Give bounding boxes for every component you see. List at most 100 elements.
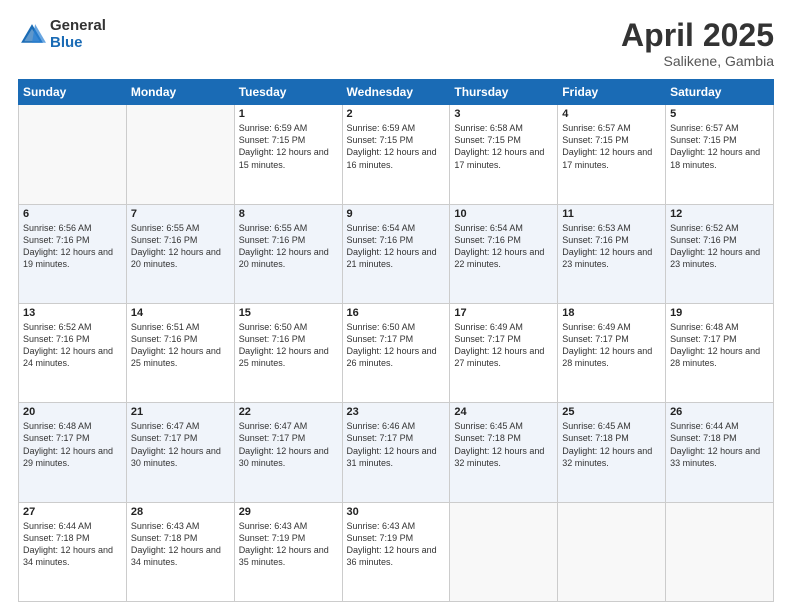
day-info: Sunrise: 6:51 AM Sunset: 7:16 PM Dayligh… <box>131 321 230 370</box>
day-info: Sunrise: 6:47 AM Sunset: 7:17 PM Dayligh… <box>239 420 338 469</box>
table-row: 27 Sunrise: 6:44 AM Sunset: 7:18 PM Dayli… <box>19 502 127 601</box>
page: General Blue April 2025 Salikene, Gambia… <box>0 0 792 612</box>
calendar-header-row: Sunday Monday Tuesday Wednesday Thursday… <box>19 80 774 105</box>
table-row <box>126 105 234 204</box>
day-info: Sunrise: 6:54 AM Sunset: 7:16 PM Dayligh… <box>454 222 553 271</box>
day-number: 8 <box>239 208 338 220</box>
day-info: Sunrise: 6:56 AM Sunset: 7:16 PM Dayligh… <box>23 222 122 271</box>
day-number: 10 <box>454 208 553 220</box>
day-number: 18 <box>562 307 661 319</box>
day-info: Sunrise: 6:43 AM Sunset: 7:19 PM Dayligh… <box>239 520 338 569</box>
month-title: April 2025 <box>621 18 774 53</box>
day-number: 28 <box>131 506 230 518</box>
calendar-table: Sunday Monday Tuesday Wednesday Thursday… <box>18 79 774 602</box>
day-info: Sunrise: 6:57 AM Sunset: 7:15 PM Dayligh… <box>562 122 661 171</box>
location-subtitle: Salikene, Gambia <box>621 53 774 69</box>
day-number: 3 <box>454 108 553 120</box>
day-number: 22 <box>239 406 338 418</box>
logo-icon <box>18 21 46 49</box>
table-row: 19 Sunrise: 6:48 AM Sunset: 7:17 PM Dayli… <box>666 303 774 402</box>
day-number: 2 <box>347 108 446 120</box>
table-row: 8 Sunrise: 6:55 AM Sunset: 7:16 PM Daylig… <box>234 204 342 303</box>
day-number: 1 <box>239 108 338 120</box>
table-row <box>450 502 558 601</box>
table-row: 18 Sunrise: 6:49 AM Sunset: 7:17 PM Dayli… <box>558 303 666 402</box>
day-number: 16 <box>347 307 446 319</box>
day-info: Sunrise: 6:50 AM Sunset: 7:16 PM Dayligh… <box>239 321 338 370</box>
logo-blue: Blue <box>50 35 106 52</box>
table-row: 5Sunrise: 6:57 AM Sunset: 7:15 PM Daylig… <box>666 105 774 204</box>
day-info: Sunrise: 6:45 AM Sunset: 7:18 PM Dayligh… <box>562 420 661 469</box>
day-info: Sunrise: 6:55 AM Sunset: 7:16 PM Dayligh… <box>131 222 230 271</box>
day-number: 13 <box>23 307 122 319</box>
calendar-week-row: 1 Sunrise: 6:59 AM Sunset: 7:15 PM Daylig… <box>19 105 774 204</box>
header-saturday: Saturday <box>666 80 774 105</box>
table-row: 21Sunrise: 6:47 AM Sunset: 7:17 PM Dayli… <box>126 403 234 502</box>
day-info: Sunrise: 6:48 AM Sunset: 7:17 PM Dayligh… <box>670 321 769 370</box>
table-row: 6 Sunrise: 6:56 AM Sunset: 7:16 PM Daylig… <box>19 204 127 303</box>
table-row <box>558 502 666 601</box>
logo: General Blue <box>18 18 106 51</box>
day-number: 29 <box>239 506 338 518</box>
calendar-week-row: 13 Sunrise: 6:52 AM Sunset: 7:16 PM Dayli… <box>19 303 774 402</box>
table-row: 10 Sunrise: 6:54 AM Sunset: 7:16 PM Dayli… <box>450 204 558 303</box>
header-friday: Friday <box>558 80 666 105</box>
day-number: 23 <box>347 406 446 418</box>
table-row: 9 Sunrise: 6:54 AM Sunset: 7:16 PM Daylig… <box>342 204 450 303</box>
logo-text: General Blue <box>50 18 106 51</box>
table-row: 17 Sunrise: 6:49 AM Sunset: 7:17 PM Dayli… <box>450 303 558 402</box>
table-row: 1Sunrise: 6:59 AM Sunset: 7:15 PM Daylig… <box>234 105 342 204</box>
table-row: 29 Sunrise: 6:43 AM Sunset: 7:19 PM Dayli… <box>234 502 342 601</box>
table-row <box>19 105 127 204</box>
day-info: Sunrise: 6:44 AM Sunset: 7:18 PM Dayligh… <box>670 420 769 469</box>
table-row: 11 Sunrise: 6:53 AM Sunset: 7:16 PM Dayli… <box>558 204 666 303</box>
table-row: 25 Sunrise: 6:45 AM Sunset: 7:18 PM Dayli… <box>558 403 666 502</box>
day-info: Sunrise: 6:55 AM Sunset: 7:16 PM Dayligh… <box>239 222 338 271</box>
day-info: Sunrise: 6:44 AM Sunset: 7:18 PM Dayligh… <box>23 520 122 569</box>
day-info: Sunrise: 6:54 AM Sunset: 7:16 PM Dayligh… <box>347 222 446 271</box>
table-row: 2 Sunrise: 6:59 AM Sunset: 7:15 PM Daylig… <box>342 105 450 204</box>
table-row: 20Sunrise: 6:48 AM Sunset: 7:17 PM Dayli… <box>19 403 127 502</box>
day-number: 27 <box>23 506 122 518</box>
header-thursday: Thursday <box>450 80 558 105</box>
table-row: 16 Sunrise: 6:50 AM Sunset: 7:17 PM Dayli… <box>342 303 450 402</box>
calendar-week-row: 20Sunrise: 6:48 AM Sunset: 7:17 PM Dayli… <box>19 403 774 502</box>
table-row <box>666 502 774 601</box>
day-number: 14 <box>131 307 230 319</box>
day-number: 11 <box>562 208 661 220</box>
table-row: 4 Sunrise: 6:57 AM Sunset: 7:15 PM Daylig… <box>558 105 666 204</box>
day-info: Sunrise: 6:49 AM Sunset: 7:17 PM Dayligh… <box>454 321 553 370</box>
day-number: 9 <box>347 208 446 220</box>
logo-general: General <box>50 18 106 35</box>
day-number: 25 <box>562 406 661 418</box>
day-info: Sunrise: 6:59 AM Sunset: 7:15 PM Dayligh… <box>347 122 446 171</box>
day-info: Sunrise: 6:50 AM Sunset: 7:17 PM Dayligh… <box>347 321 446 370</box>
table-row: 24Sunrise: 6:45 AM Sunset: 7:18 PM Dayli… <box>450 403 558 502</box>
table-row: 28 Sunrise: 6:43 AM Sunset: 7:18 PM Dayli… <box>126 502 234 601</box>
title-block: April 2025 Salikene, Gambia <box>621 18 774 69</box>
table-row: 30Sunrise: 6:43 AM Sunset: 7:19 PM Dayli… <box>342 502 450 601</box>
day-number: 12 <box>670 208 769 220</box>
day-number: 26 <box>670 406 769 418</box>
day-info: Sunrise: 6:52 AM Sunset: 7:16 PM Dayligh… <box>670 222 769 271</box>
day-info: Sunrise: 6:53 AM Sunset: 7:16 PM Dayligh… <box>562 222 661 271</box>
day-number: 17 <box>454 307 553 319</box>
table-row: 7Sunrise: 6:55 AM Sunset: 7:16 PM Daylig… <box>126 204 234 303</box>
day-number: 4 <box>562 108 661 120</box>
day-info: Sunrise: 6:49 AM Sunset: 7:17 PM Dayligh… <box>562 321 661 370</box>
day-number: 6 <box>23 208 122 220</box>
table-row: 26 Sunrise: 6:44 AM Sunset: 7:18 PM Dayli… <box>666 403 774 502</box>
day-info: Sunrise: 6:43 AM Sunset: 7:18 PM Dayligh… <box>131 520 230 569</box>
day-info: Sunrise: 6:45 AM Sunset: 7:18 PM Dayligh… <box>454 420 553 469</box>
table-row: 3 Sunrise: 6:58 AM Sunset: 7:15 PM Daylig… <box>450 105 558 204</box>
day-info: Sunrise: 6:52 AM Sunset: 7:16 PM Dayligh… <box>23 321 122 370</box>
day-number: 19 <box>670 307 769 319</box>
day-number: 30 <box>347 506 446 518</box>
day-info: Sunrise: 6:57 AM Sunset: 7:15 PM Dayligh… <box>670 122 769 171</box>
day-number: 15 <box>239 307 338 319</box>
header-sunday: Sunday <box>19 80 127 105</box>
table-row: 12 Sunrise: 6:52 AM Sunset: 7:16 PM Dayli… <box>666 204 774 303</box>
calendar-week-row: 27 Sunrise: 6:44 AM Sunset: 7:18 PM Dayli… <box>19 502 774 601</box>
day-info: Sunrise: 6:58 AM Sunset: 7:15 PM Dayligh… <box>454 122 553 171</box>
table-row: 13 Sunrise: 6:52 AM Sunset: 7:16 PM Dayli… <box>19 303 127 402</box>
